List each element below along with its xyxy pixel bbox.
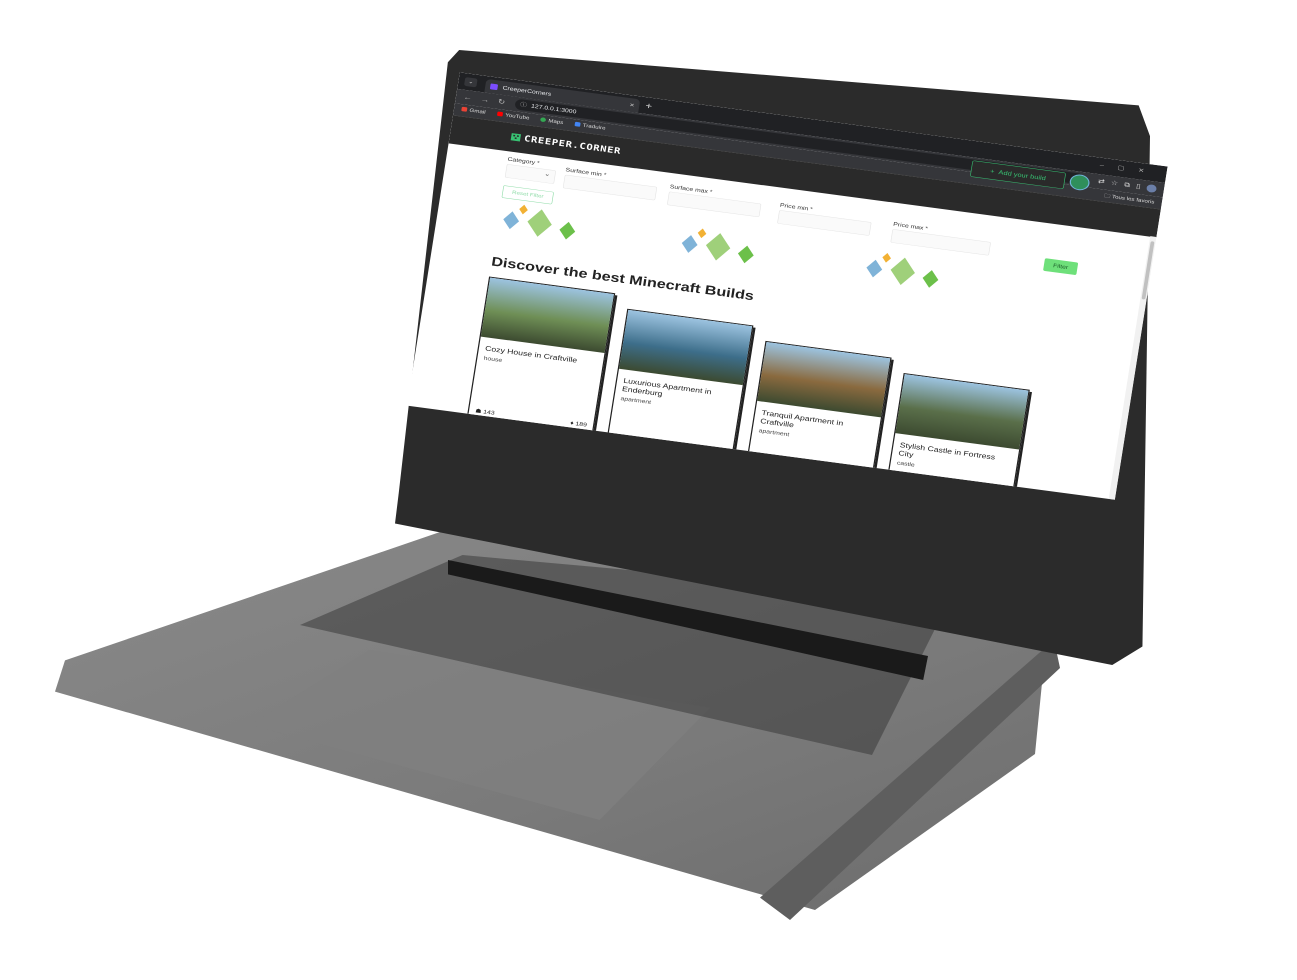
favicon-icon <box>489 83 499 91</box>
back-icon[interactable]: ← <box>463 93 473 102</box>
category-field: Category * <box>504 156 558 185</box>
bookmark-youtube[interactable]: YouTube <box>496 111 530 121</box>
profile-icon[interactable] <box>1146 183 1158 193</box>
price-max-field: Price max * <box>890 221 992 256</box>
price-min-field: Price min * <box>777 202 873 236</box>
tab-search-button[interactable]: ⌄ <box>463 77 478 88</box>
build-image <box>618 309 753 386</box>
reload-icon[interactable]: ↻ <box>497 97 505 106</box>
build-image <box>757 341 891 418</box>
bookmark-translate[interactable]: Traduire <box>574 121 606 131</box>
build-image <box>480 277 614 354</box>
close-tab-icon[interactable]: × <box>629 98 636 112</box>
site-logo[interactable]: CREEPER.CORNER <box>510 132 622 156</box>
forward-icon[interactable]: → <box>480 95 490 104</box>
build-card[interactable]: Cozy House in Craftville house ☗ 143 ♦ 18… <box>466 276 616 439</box>
build-image <box>895 374 1029 450</box>
bookmark-maps[interactable]: Maps <box>540 117 564 126</box>
surface-min-field: Surface min * <box>562 167 659 201</box>
creeper-icon <box>510 133 522 142</box>
site-info-icon[interactable]: ⓘ <box>519 99 528 111</box>
bookmark-gmail[interactable]: Gmail <box>461 106 486 115</box>
window-controls[interactable]: –▢✕ <box>1099 161 1158 175</box>
plus-icon: + <box>989 167 996 175</box>
surface-max-field: Surface max * <box>666 184 763 218</box>
new-tab-button[interactable]: + <box>645 101 653 112</box>
url-text: 127.0.0.1:3000 <box>530 103 577 115</box>
